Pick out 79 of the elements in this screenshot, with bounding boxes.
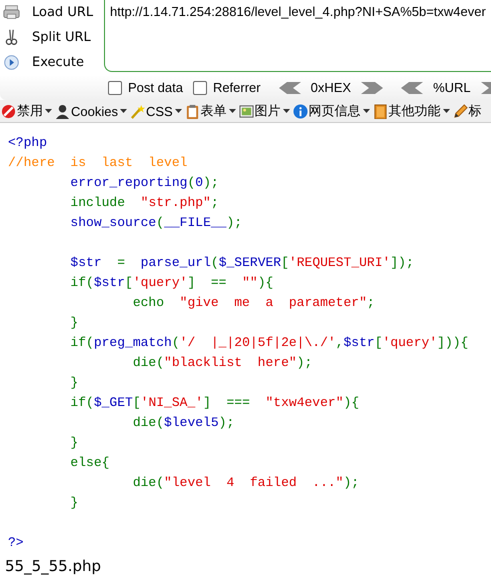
toolbar-menu[interactable]: 表单 xyxy=(184,102,238,120)
code-token: if( xyxy=(69,335,94,350)
code-token: "give me a parameter" xyxy=(180,295,367,310)
toolbar-menu[interactable]: 标 xyxy=(452,102,484,120)
code-token: 0 xyxy=(195,175,204,190)
output-text: 55_5_55.php xyxy=(5,557,102,575)
code-token: } xyxy=(69,315,78,330)
code-token: ); xyxy=(218,415,234,430)
code-token: ; xyxy=(210,195,219,210)
code-token: "" xyxy=(242,275,258,290)
code-token: ]); xyxy=(390,255,414,270)
url-field[interactable]: http://1.14.71.254:28816/level_level_4.php?NI+SA%5b=txw4ever xyxy=(104,0,491,72)
code-token: ); xyxy=(203,175,219,190)
code-token: else{ xyxy=(69,455,110,470)
code-token: } xyxy=(69,495,78,510)
code-token: ); xyxy=(343,475,360,490)
code-token: 'query' xyxy=(382,335,438,350)
code-token: ])){ xyxy=(437,335,468,350)
checkbox-label: Referrer xyxy=(212,80,261,95)
code-token: $level5 xyxy=(164,415,219,430)
toolbar-menu[interactable]: 其他功能 xyxy=(372,102,452,120)
toolbar-menu[interactable]: CSS xyxy=(128,104,184,118)
toolbar-menu[interactable]: 网页信息 xyxy=(292,102,372,120)
code-token: $_SERVER xyxy=(218,255,282,270)
code-token: //here is last level xyxy=(8,155,188,170)
code-token: $str xyxy=(344,335,375,350)
code-token: ); xyxy=(296,355,312,370)
code-token: ?> xyxy=(8,535,24,550)
code-token: ){ xyxy=(344,395,360,410)
code-token: '/ |_|20|5f|2e|\./' xyxy=(180,335,336,350)
code-token: <?php xyxy=(8,135,48,150)
code-token: 'REQUEST_URI' xyxy=(288,255,390,270)
code-token: "level 4 failed ..." xyxy=(164,475,344,490)
code-token: ( xyxy=(210,255,219,270)
code-token: = xyxy=(116,255,126,270)
checkbox-label: Post data xyxy=(128,80,183,95)
code-token: if( xyxy=(69,275,94,290)
code-token: die( xyxy=(132,475,164,490)
code-token: 'query' xyxy=(132,275,188,290)
toolbar-menu[interactable]: 禁用 xyxy=(0,102,54,120)
code-token: ){ xyxy=(258,275,274,290)
code-token: , xyxy=(336,335,344,350)
code-token: $_GET xyxy=(94,395,133,410)
code-token: ; xyxy=(366,295,375,310)
code-token: die( xyxy=(132,415,164,430)
code-token: ( xyxy=(187,175,196,190)
code-token: ] == xyxy=(187,275,228,290)
toolbar-menu[interactable]: Cookies xyxy=(54,104,129,118)
code-token: ] === xyxy=(203,395,251,410)
code-token: __FILE__ xyxy=(164,215,226,230)
code-token: error_reporting xyxy=(69,175,188,190)
encoder-label: 0xHEX xyxy=(310,80,352,95)
code-token: parse_url xyxy=(140,255,211,270)
code-token: show_source xyxy=(69,215,156,230)
code-token: ); xyxy=(226,215,242,230)
code-token: } xyxy=(69,435,78,450)
code-token: die( xyxy=(132,355,164,370)
code-token: [ xyxy=(281,255,289,270)
code-token: $str xyxy=(94,275,126,290)
code-token: [ xyxy=(374,335,383,350)
code-token: if( xyxy=(69,395,94,410)
hackbar-button[interactable]: Execute xyxy=(0,50,104,75)
toolbar-menu[interactable]: 图片 xyxy=(238,102,292,120)
hackbar-button[interactable]: Load URL xyxy=(0,0,104,25)
code-token: "blacklist here" xyxy=(164,355,297,370)
code-token: "str.php" xyxy=(140,195,211,210)
code-token: "txw4ever" xyxy=(266,395,344,410)
code-token: include xyxy=(69,195,126,210)
code-token: [ xyxy=(125,275,133,290)
code-token: $str xyxy=(69,255,102,270)
code-token: ( xyxy=(172,335,180,350)
hackbar-button[interactable]: Split URL xyxy=(0,25,104,50)
code-token: echo xyxy=(132,295,166,310)
code-token: 'NI_SA_' xyxy=(140,395,204,410)
code-token: ( xyxy=(156,215,164,230)
code-token: } xyxy=(69,375,78,390)
encoder-label: %URL xyxy=(433,80,471,95)
code-token: preg_match xyxy=(94,335,172,350)
code-token: [ xyxy=(132,395,141,410)
